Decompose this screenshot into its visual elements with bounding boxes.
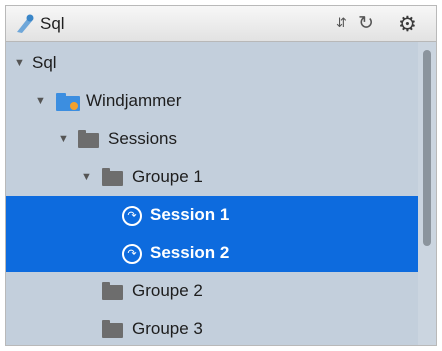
disclosure-triangle-icon[interactable]: ▼ <box>14 44 25 82</box>
database-folder-icon <box>56 93 80 111</box>
folder-icon <box>102 320 123 338</box>
tree-item-windjammer[interactable]: ▼ Windjammer <box>6 82 436 120</box>
disclosure-triangle-icon[interactable]: ▼ <box>81 158 92 196</box>
sql-drop-icon <box>17 14 34 33</box>
tree-item-label: Groupe 2 <box>132 281 203 300</box>
tree-item-session-2[interactable]: ↷ Session 2 <box>6 234 436 272</box>
disclosure-triangle-icon[interactable]: ▼ <box>35 82 46 120</box>
tree-item-label: Sql <box>32 53 57 72</box>
session-icon: ↷ <box>122 206 142 226</box>
tree-item-sessions[interactable]: ▼ Sessions <box>6 120 436 158</box>
folder-icon <box>102 168 123 186</box>
session-icon: ↷ <box>122 244 142 264</box>
tree-item-label: Sessions <box>108 129 177 148</box>
tree-item-groupe-1[interactable]: ▼ Groupe 1 <box>6 158 436 196</box>
tree-item-label: Session 1 <box>150 205 230 224</box>
scrollbar-thumb[interactable] <box>423 50 431 246</box>
gear-icon[interactable]: ⚙ <box>398 12 417 37</box>
sql-navigator-panel: Sql ⇵ ↻ ⚙ ▼ Sql ▼ Windjammer ▼ Sessions … <box>5 5 437 346</box>
folder-icon <box>78 130 99 148</box>
sort-updown-icon[interactable]: ⇵ <box>336 15 347 31</box>
tree-item-label: Session 2 <box>150 243 230 262</box>
tree-item-label: Groupe 3 <box>132 319 203 338</box>
panel-header: Sql ⇵ ↻ ⚙ <box>6 6 436 42</box>
refresh-icon[interactable]: ↻ <box>358 12 374 35</box>
tree-item-label: Groupe 1 <box>132 167 203 186</box>
tree-item-label: Windjammer <box>86 91 182 110</box>
tree-item-groupe-2[interactable]: Groupe 2 <box>6 272 436 310</box>
tree-item-session-1[interactable]: ↷ Session 1 <box>6 196 436 234</box>
folder-icon <box>102 282 123 300</box>
disclosure-triangle-icon[interactable]: ▼ <box>58 120 69 158</box>
connection-tree: ▼ Sql ▼ Windjammer ▼ Sessions ▼ Groupe 1… <box>6 42 436 345</box>
tree-item-sql[interactable]: ▼ Sql <box>6 44 436 82</box>
datasource-title[interactable]: Sql <box>40 14 65 34</box>
tree-item-groupe-3[interactable]: Groupe 3 <box>6 310 436 345</box>
